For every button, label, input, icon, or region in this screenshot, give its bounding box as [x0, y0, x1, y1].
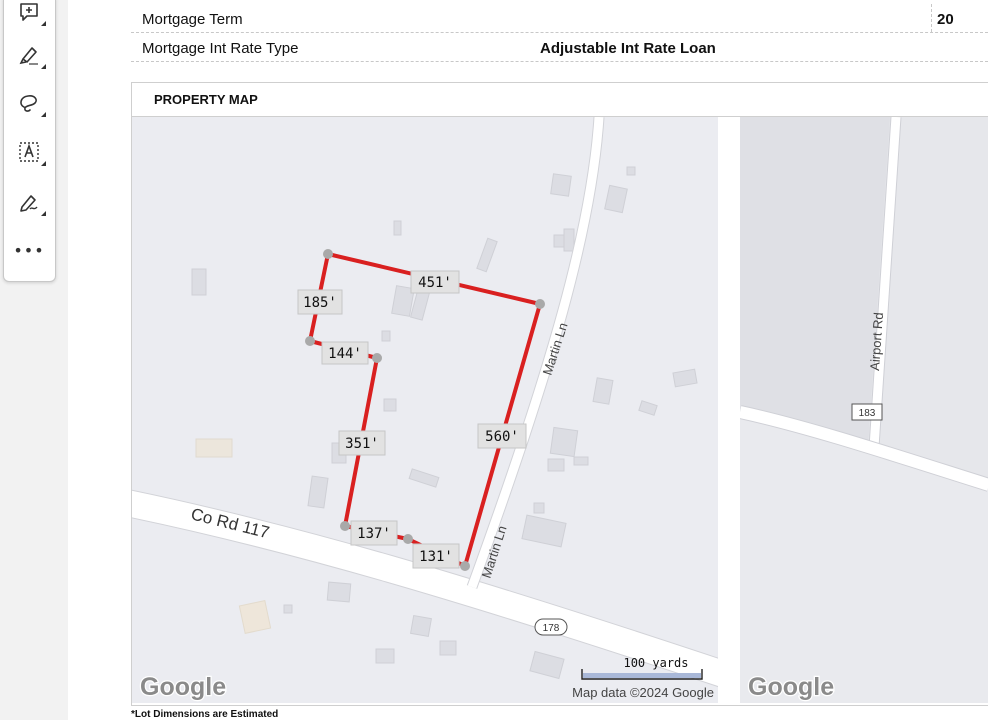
boundary-vertex	[460, 561, 470, 571]
property-map[interactable]: Co Rd 117 Martin Ln Martin Ln 178 451' 1…	[132, 117, 718, 703]
building	[533, 502, 545, 514]
annotation-toolbar: •••	[3, 0, 56, 282]
map-canvas: Co Rd 117 Martin Ln Martin Ln 178 451' 1…	[132, 117, 718, 702]
building	[626, 166, 636, 176]
building	[195, 438, 233, 458]
building	[549, 426, 579, 458]
building	[383, 398, 397, 412]
building	[592, 377, 614, 405]
building	[439, 640, 457, 656]
rate-type-label: Mortgage Int Rate Type	[142, 40, 299, 57]
mortgage-term-row: Mortgage Term 20	[131, 4, 988, 33]
boundary-vertex	[323, 249, 333, 259]
dimension-label-144: 144'	[328, 346, 362, 362]
dimension-label-351: 351'	[345, 436, 379, 452]
dimension-label-451: 451'	[418, 275, 452, 291]
section-header: PROPERTY MAP	[132, 83, 988, 117]
building	[326, 581, 352, 603]
building	[573, 456, 589, 466]
building	[550, 173, 572, 197]
highlighter-icon	[19, 47, 38, 65]
property-map-section: PROPERTY MAP Co Rd 117 Martin Ln Martin …	[131, 82, 988, 706]
building	[408, 468, 440, 488]
building	[283, 604, 293, 614]
lot-dimensions-footnote: *Lot Dimensions are Estimated	[131, 709, 279, 720]
google-logo: Google	[748, 673, 834, 701]
building	[529, 650, 565, 680]
building	[476, 237, 498, 273]
draw-signature-icon	[20, 195, 38, 212]
martin-ln-label-upper: Martin Ln	[540, 321, 571, 377]
boundary-vertex	[372, 353, 382, 363]
overview-map-canvas: Airport Rd 183 Google	[740, 117, 988, 703]
scale-bar-label: 100 yards	[623, 656, 688, 670]
dimension-label-560: 560'	[485, 429, 519, 445]
building	[638, 400, 658, 416]
boundary-vertex	[535, 299, 545, 309]
more-tools-button[interactable]: •••	[10, 233, 48, 267]
building	[409, 614, 433, 638]
building	[307, 475, 329, 509]
building	[547, 458, 565, 472]
dimension-label-131: 131'	[419, 549, 453, 565]
more-icon: •••	[13, 240, 45, 260]
boundary-vertex	[403, 534, 413, 544]
dimension-label-137: 137'	[357, 526, 391, 542]
building	[381, 330, 391, 342]
rate-type-row: Mortgage Int Rate Type Adjustable Int Ra…	[131, 33, 988, 62]
building	[521, 514, 567, 548]
route-183-label: 183	[859, 408, 876, 419]
dimension-label-185: 185'	[303, 295, 337, 311]
overview-map[interactable]: Airport Rd 183 Google	[740, 117, 988, 703]
building	[238, 600, 272, 634]
building	[672, 368, 698, 388]
lasso-tool[interactable]	[10, 86, 48, 120]
rate-type-value: Adjustable Int Rate Loan	[540, 40, 716, 57]
building	[393, 220, 402, 236]
sign-tool[interactable]	[10, 185, 48, 219]
boundary-vertex	[340, 521, 350, 531]
add-comment-icon	[20, 3, 38, 21]
mortgage-term-label: Mortgage Term	[142, 11, 243, 28]
building	[375, 648, 395, 664]
boundary-vertex	[305, 336, 315, 346]
google-logo: Google	[140, 673, 226, 701]
mortgage-term-value: 20	[937, 11, 954, 28]
add-comment-tool[interactable]	[10, 0, 48, 29]
building	[191, 268, 207, 296]
section-title: PROPERTY MAP	[154, 92, 258, 107]
route-178-label: 178	[543, 623, 560, 634]
map-attribution: Map data ©2024 Google	[572, 685, 714, 700]
row-divider	[931, 4, 932, 32]
building	[604, 184, 628, 214]
text-box-icon	[19, 142, 39, 162]
freehand-lasso-icon	[20, 95, 37, 112]
building	[563, 228, 575, 252]
scale-bar-fill	[583, 673, 701, 678]
highlight-tool[interactable]	[10, 38, 48, 72]
text-box-tool[interactable]	[10, 135, 48, 169]
document-page: Mortgage Term 20 Mortgage Int Rate Type …	[68, 0, 988, 720]
